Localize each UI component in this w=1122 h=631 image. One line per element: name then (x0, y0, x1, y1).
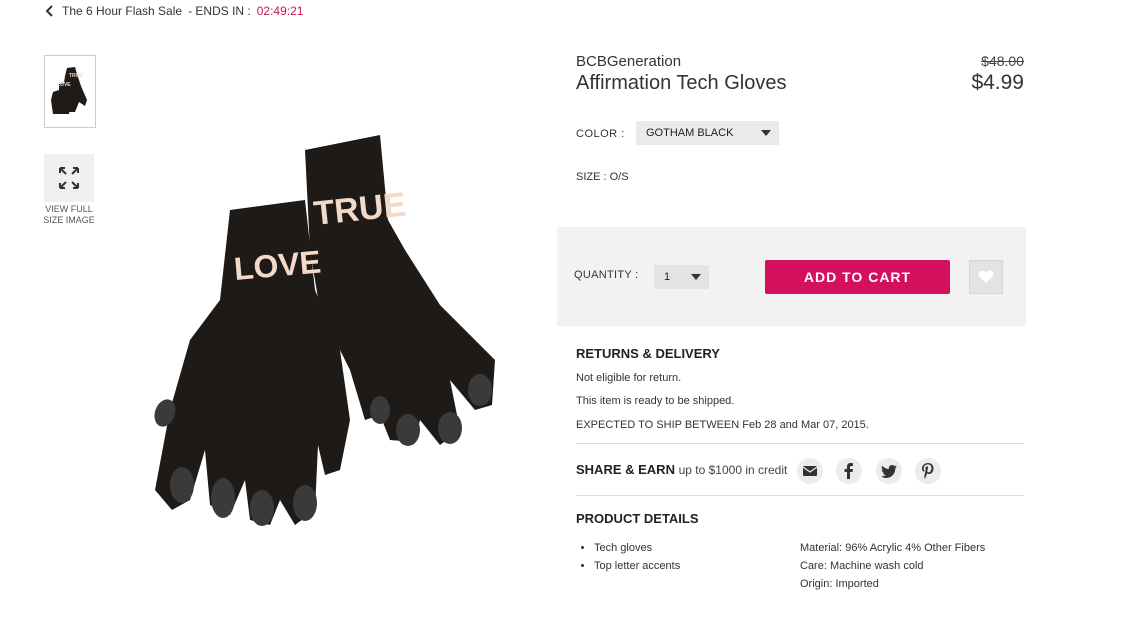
email-share-button[interactable] (797, 458, 823, 484)
svg-text:LOVE: LOVE (57, 82, 71, 88)
product-thumbnail[interactable]: LOVE TRUE (44, 55, 96, 128)
pinterest-icon (922, 463, 934, 479)
twitter-share-button[interactable] (876, 458, 902, 484)
product-main-image: LOVE TRUE (154, 135, 495, 526)
divider (576, 495, 1024, 496)
chevron-left-icon[interactable] (44, 4, 56, 18)
back-link[interactable]: The 6 Hour Flash Sale (62, 4, 182, 18)
product-title: Affirmation Tech Gloves (576, 72, 787, 94)
breadcrumb: The 6 Hour Flash Sale - ENDS IN : 02:49:… (44, 4, 303, 18)
share-earn: SHARE & EARN up to $1000 in credit (576, 462, 787, 477)
spec-origin: Origin: Imported (800, 578, 879, 590)
original-price: $48.00 (981, 53, 1024, 69)
email-icon (803, 466, 817, 476)
quantity-select[interactable]: 1 (654, 265, 709, 289)
brand-link[interactable]: BCBGeneration (576, 53, 681, 70)
shipping-ready-line: This item is ready to be shipped. (576, 395, 735, 407)
product-specs: Material: 96% Acrylic 4% Other Fibers Ca… (800, 539, 985, 593)
view-full-size-button[interactable] (44, 154, 94, 202)
returns-line: Not eligible for return. (576, 372, 682, 384)
product-details-heading: PRODUCT DETAILS (576, 511, 699, 526)
twitter-icon (881, 464, 897, 478)
view-full-size-label: VIEW FULL SIZE IMAGE (43, 204, 95, 225)
size-label: SIZE : O/S (576, 171, 629, 183)
facebook-share-button[interactable] (836, 458, 862, 484)
svg-text:TRUE: TRUE (69, 73, 83, 79)
spec-care: Care: Machine wash cold (800, 560, 924, 572)
spec-material: Material: 96% Acrylic 4% Other Fibers (800, 542, 986, 554)
color-label: COLOR : (576, 128, 625, 140)
chevron-down-icon (761, 130, 771, 136)
divider (576, 443, 1024, 444)
list-item: Top letter accents (594, 557, 680, 575)
returns-heading: RETURNS & DELIVERY (576, 346, 720, 361)
color-selected-value: GOTHAM BLACK (646, 127, 734, 139)
wishlist-button[interactable] (969, 260, 1003, 294)
sale-price: $4.99 (971, 71, 1024, 94)
gloves-thumbnail-image: LOVE TRUE (51, 67, 87, 114)
add-to-cart-button[interactable]: ADD TO CART (765, 260, 950, 294)
share-subtext: up to $1000 in credit (678, 463, 788, 477)
list-item: Tech gloves (594, 539, 680, 557)
facebook-icon (844, 463, 853, 479)
heart-icon (978, 270, 994, 283)
quantity-value: 1 (664, 271, 671, 283)
glove-text-love: LOVE (232, 244, 322, 287)
chevron-down-icon (691, 274, 701, 280)
details-bullet-list: Tech gloves Top letter accents (578, 539, 680, 575)
countdown-timer: 02:49:21 (256, 4, 304, 18)
expand-icon (59, 167, 79, 189)
expected-ship-line: EXPECTED TO SHIP BETWEEN Feb 28 and Mar … (576, 419, 869, 431)
ends-label: - ENDS IN : (188, 4, 251, 18)
share-heading: SHARE & EARN (576, 462, 675, 477)
quantity-label: QUANTITY : (574, 269, 639, 281)
color-select[interactable]: GOTHAM BLACK (636, 121, 779, 145)
pinterest-share-button[interactable] (915, 458, 941, 484)
